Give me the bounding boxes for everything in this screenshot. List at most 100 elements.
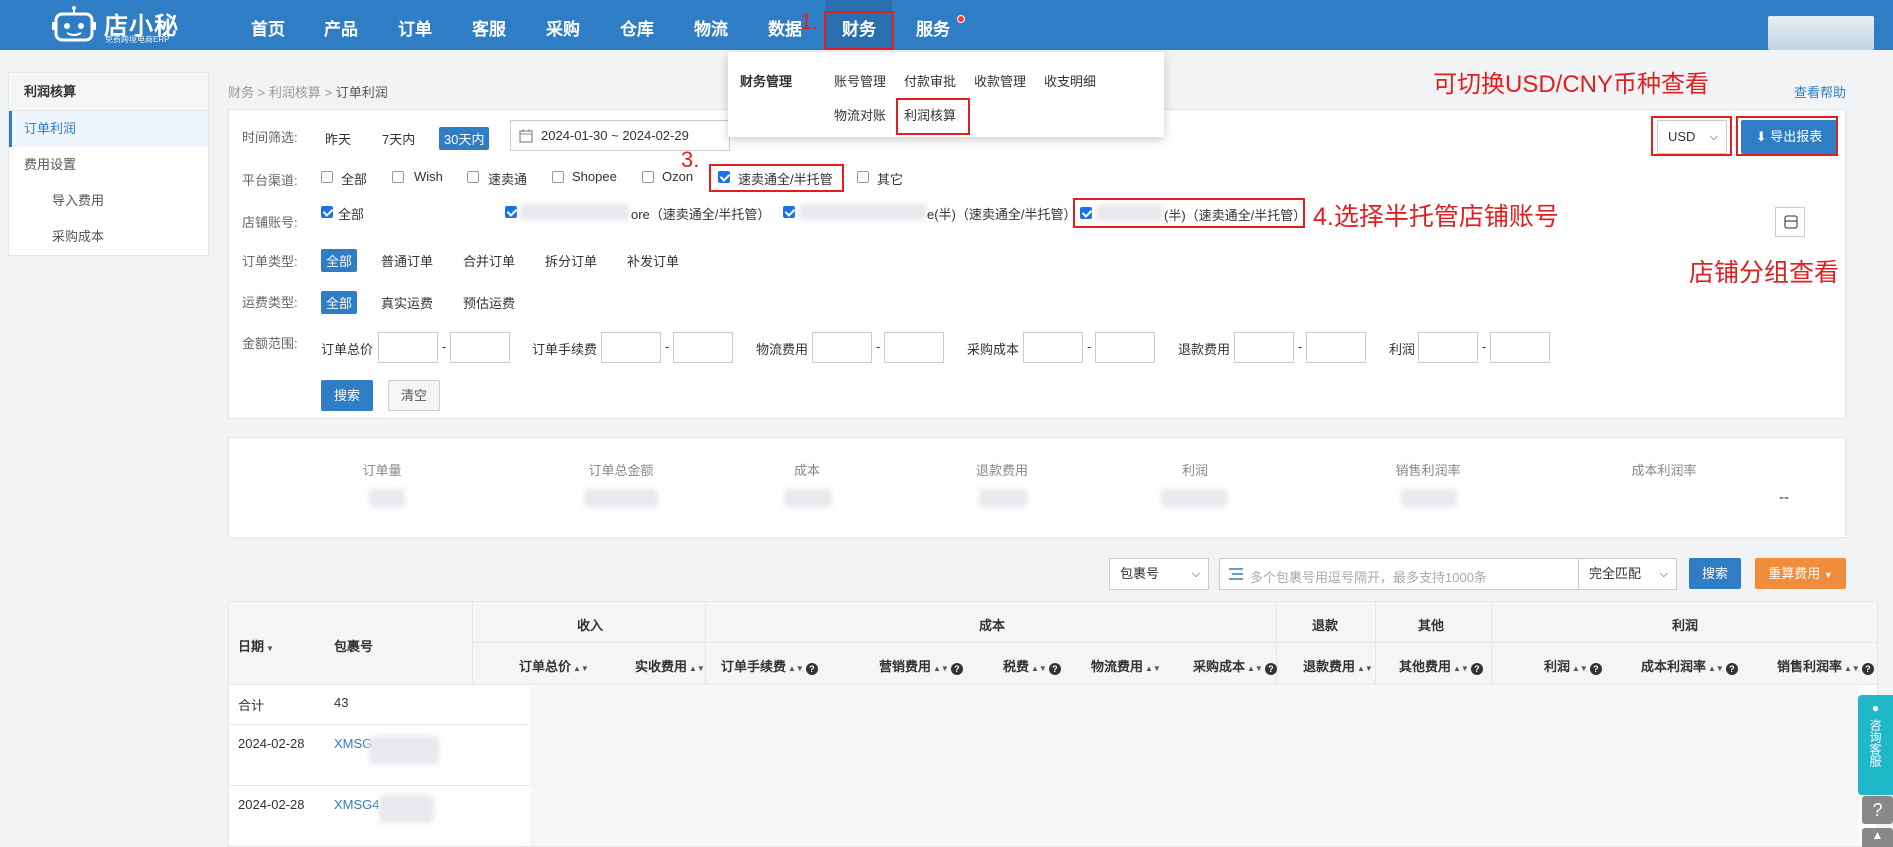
help-link[interactable]: 查看帮助 (1794, 82, 1846, 101)
col-logistics[interactable]: 物流费用 ▲▼ (1091, 656, 1161, 675)
col-sales-margin[interactable]: 销售利润率 ▲▼? (1777, 656, 1874, 675)
help-icon[interactable]: ? (1470, 663, 1483, 675)
platform-shopee-checkbox[interactable] (552, 171, 564, 183)
freight-type-real[interactable]: 真实运费 (381, 293, 433, 312)
nav-service[interactable]: 客服 (466, 0, 512, 50)
nav-product[interactable]: 产品 (318, 0, 364, 50)
col-received-label: 实收费用 (635, 659, 688, 674)
help-icon[interactable]: ? (1589, 663, 1602, 675)
col-marketing[interactable]: 营销费用 ▲▼? (879, 656, 963, 675)
platform-all-checkbox[interactable] (321, 171, 333, 183)
menu-logistics-reconciliation[interactable]: 物流对账 (834, 105, 886, 124)
search-type-select[interactable]: 包裹号 ⌵ (1109, 558, 1209, 590)
help-icon[interactable]: ? (1048, 663, 1061, 675)
platform-other-label[interactable]: 其它 (877, 169, 903, 188)
freight-type-estimated[interactable]: 预估运费 (463, 293, 515, 312)
col-order-total[interactable]: 订单总价 ▲▼ (519, 656, 589, 675)
amount-purchase-min[interactable] (1023, 332, 1083, 363)
order-type-reissue[interactable]: 补发订单 (627, 251, 679, 270)
platform-aliexpress-checkbox[interactable] (467, 171, 479, 183)
col-other[interactable]: 其他费用 ▲▼? (1399, 656, 1483, 675)
amount-refund-max[interactable] (1306, 332, 1366, 363)
nav-order[interactable]: 订单 (392, 0, 438, 50)
time-30days[interactable]: 30天内 (439, 127, 490, 150)
col-refund[interactable]: 退款费用 ▲▼ (1303, 656, 1373, 675)
amount-order-fee-max[interactable] (673, 332, 733, 363)
platform-wish-checkbox[interactable] (392, 171, 404, 183)
row-2-package[interactable]: XMSG4 (334, 797, 380, 812)
shop2-checkbox[interactable] (783, 206, 795, 218)
col-profit[interactable]: 利润 ▲▼? (1544, 656, 1602, 675)
col-tax[interactable]: 税费 ▲▼? (1003, 656, 1061, 675)
col-cost-margin[interactable]: 成本利润率 ▲▼? (1641, 656, 1738, 675)
order-type-all[interactable]: 全部 (321, 249, 358, 272)
amount-refund-min[interactable] (1234, 332, 1294, 363)
order-type-merged[interactable]: 合并订单 (463, 251, 515, 270)
row-1-package[interactable]: XMSG (334, 736, 372, 751)
col-date[interactable]: 日期 ▼ (238, 636, 274, 655)
package-search-button[interactable]: 搜索 (1689, 558, 1741, 589)
amount-profit-max[interactable] (1490, 332, 1550, 363)
breadcrumb-profit[interactable]: 利润核算 (269, 85, 321, 100)
help-icon[interactable]: ? (950, 663, 963, 675)
order-type-normal[interactable]: 普通订单 (381, 251, 433, 270)
order-type-split[interactable]: 拆分订单 (545, 251, 597, 270)
col-received[interactable]: 实收费用 ▲▼ (635, 656, 705, 675)
sidebar-item-fee-settings[interactable]: 费用设置 (9, 147, 208, 183)
col-purchase[interactable]: 采购成本 ▲▼? (1193, 656, 1277, 675)
filter-search-button[interactable]: 搜索 (321, 380, 373, 411)
help-circle-icon[interactable]: ? (1862, 796, 1893, 824)
nav-purchase[interactable]: 采购 (540, 0, 586, 50)
amount-logistics-max[interactable] (884, 332, 944, 363)
platform-all-label[interactable]: 全部 (341, 169, 367, 188)
amount-logistics-min[interactable] (812, 332, 872, 363)
col-order-fee[interactable]: 订单手续费 ▲▼? (721, 656, 818, 675)
menu-account-management[interactable]: 账号管理 (834, 71, 886, 90)
platform-aliexpress-label[interactable]: 速卖通 (488, 169, 527, 188)
menu-receipts[interactable]: 收款管理 (974, 71, 1026, 90)
recalc-fees-button[interactable]: 重算费用 ▼ (1755, 558, 1846, 589)
shop1-label[interactable]: ore（速卖通全/半托管） (631, 204, 770, 223)
shop-all-label[interactable]: 全部 (338, 204, 364, 223)
shop-all-checkbox[interactable] (321, 206, 333, 218)
amount-purchase-max[interactable] (1095, 332, 1155, 363)
shop-label: 店铺账号: (242, 215, 298, 230)
logo[interactable]: 店小秘 免费跨境电商ERP (52, 4, 192, 46)
platform-other-checkbox[interactable] (857, 171, 869, 183)
nav-home[interactable]: 首页 (245, 0, 291, 50)
amount-profit-min[interactable] (1418, 332, 1478, 363)
sidebar-item-order-profit[interactable]: 订单利润 (9, 111, 208, 147)
sidebar-item-import-fees[interactable]: 导入费用 (9, 183, 208, 219)
amount-order-total-max[interactable] (450, 332, 510, 363)
match-mode-select[interactable]: 完全匹配 ⌵ (1578, 558, 1677, 590)
menu-transactions[interactable]: 收支明细 (1044, 71, 1096, 90)
time-7days[interactable]: 7天内 (382, 129, 415, 148)
nav-logistics[interactable]: 物流 (688, 0, 734, 50)
sidebar-item-purchase-cost[interactable]: 采购成本 (9, 219, 208, 255)
package-search-input[interactable]: 多个包裹号用逗号隔开，最多支持1000条 (1219, 558, 1579, 590)
help-icon[interactable]: ? (1264, 663, 1277, 675)
nav-services[interactable]: 服务 (910, 0, 956, 50)
filter-clear-button[interactable]: 清空 (388, 380, 440, 411)
platform-ozon-checkbox[interactable] (642, 171, 654, 183)
shop1-checkbox[interactable] (505, 206, 517, 218)
user-avatar[interactable] (1768, 16, 1874, 50)
help-icon[interactable]: ? (1861, 663, 1874, 675)
help-icon[interactable]: ? (805, 663, 818, 675)
amount-order-fee-min[interactable] (601, 332, 661, 363)
dash: - (876, 339, 881, 354)
platform-shopee-label[interactable]: Shopee (572, 169, 617, 184)
nav-warehouse[interactable]: 仓库 (614, 0, 660, 50)
breadcrumb-finance[interactable]: 财务 (228, 85, 254, 100)
help-icon[interactable]: ? (1725, 663, 1738, 675)
shop-group-button[interactable] (1775, 207, 1805, 237)
shop2-label[interactable]: e(半)（速卖通全/半托管） (927, 204, 1077, 223)
customer-service-button[interactable]: ● 咨询客服 (1858, 695, 1893, 795)
chevron-up-icon[interactable]: ▲ (1862, 828, 1893, 847)
menu-payment-approval[interactable]: 付款审批 (904, 71, 956, 90)
time-yesterday[interactable]: 昨天 (325, 129, 351, 148)
platform-wish-label[interactable]: Wish (414, 169, 443, 184)
row-1-date: 2024-02-28 (238, 736, 305, 751)
freight-type-all[interactable]: 全部 (321, 291, 358, 314)
amount-order-total-min[interactable] (378, 332, 438, 363)
